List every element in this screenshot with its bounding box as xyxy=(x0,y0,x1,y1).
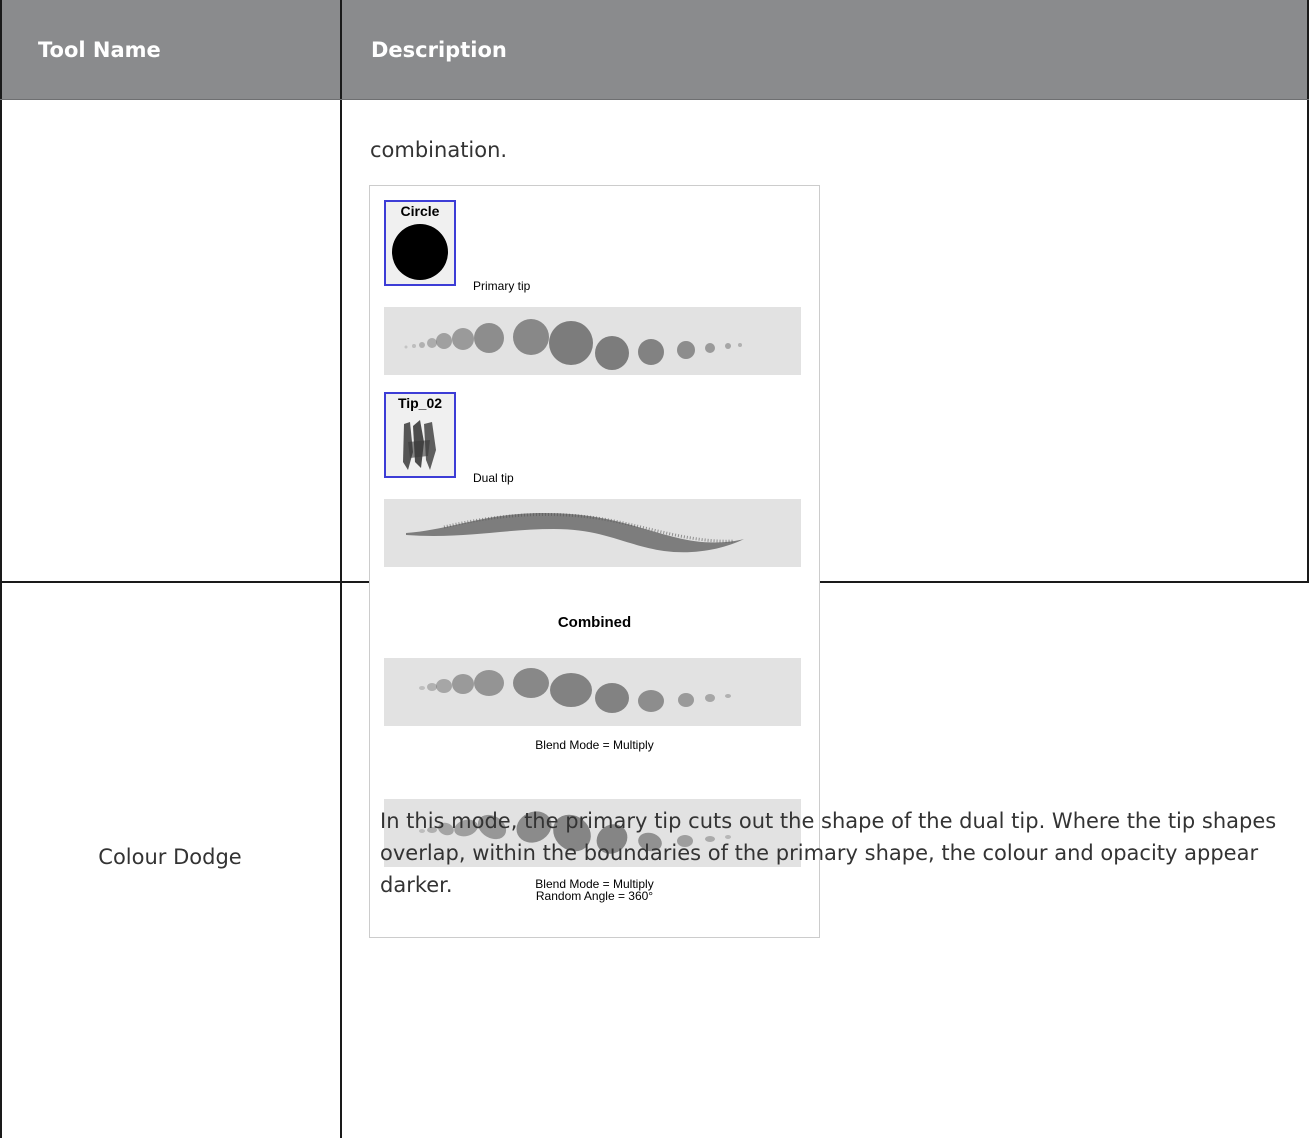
row2-description-line1: In this mode, the primary tip cuts out t… xyxy=(380,809,1277,833)
row2-description-line2: overlap, within the boundaries of the pr… xyxy=(380,841,1259,865)
header-bottom-border xyxy=(0,99,1309,100)
primary-stroke-graphic xyxy=(404,319,742,370)
primary-tip-caption: Primary tip xyxy=(473,279,531,293)
dual-tip-thumb-label: Tip_02 xyxy=(397,395,443,411)
dual-tip-caption: Dual tip xyxy=(473,471,514,485)
multiply-stroke-graphic xyxy=(419,668,731,713)
dual-stroke-strip xyxy=(384,499,801,567)
table-left-border xyxy=(0,0,2,1138)
header-tool-name: Tool Name xyxy=(38,38,161,62)
dual-tip-shape xyxy=(403,420,436,470)
row1-description-text: combination. xyxy=(370,138,508,162)
multiply-caption: Blend Mode = Multiply xyxy=(535,738,654,752)
primary-tip-thumbnail: Circle xyxy=(384,200,456,286)
combined-title: Combined xyxy=(557,614,632,631)
multiply-stroke-strip xyxy=(384,658,801,726)
row2-description-line3: darker. xyxy=(380,873,453,897)
table-column-divider xyxy=(340,0,342,1138)
dual-tip-thumbnail: Tip_02 xyxy=(384,392,456,478)
circle-tip-shape xyxy=(392,224,448,280)
table-header: Tool Name Description xyxy=(0,0,1309,100)
header-description: Description xyxy=(371,38,507,62)
row2-tool-name: Colour Dodge xyxy=(98,845,242,869)
primary-tip-thumb-label: Circle xyxy=(400,203,440,219)
dual-stroke-graphic xyxy=(406,512,744,553)
primary-stroke-strip xyxy=(384,307,801,375)
tool-table: Tool Name Description combination. Circl… xyxy=(0,0,1309,1138)
